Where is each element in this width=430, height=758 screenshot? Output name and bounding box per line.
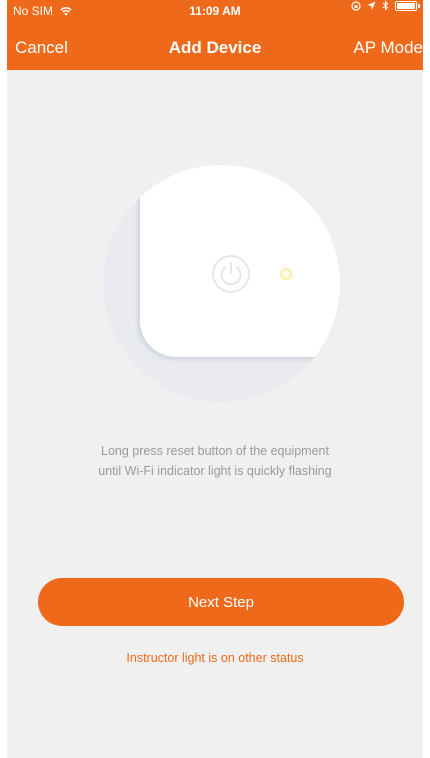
instruction-line-2: until Wi-Fi indicator light is quickly f… (98, 464, 332, 478)
instruction-line-1: Long press reset button of the equipment (101, 444, 329, 458)
location-icon (367, 1, 376, 10)
wifi-indicator-light (280, 268, 292, 280)
device-illustration (103, 165, 340, 402)
bluetooth-icon (382, 0, 389, 11)
power-icon (212, 255, 250, 293)
status-bar: No SIM 11:09 AM (7, 0, 423, 22)
other-status-link[interactable]: Instructor light is on other status (7, 651, 423, 665)
status-icons (351, 0, 420, 11)
battery-icon (395, 0, 420, 11)
device-body (140, 165, 340, 357)
orientation-lock-icon (351, 0, 361, 11)
ap-mode-button[interactable]: AP Mode (353, 28, 423, 68)
next-step-button[interactable]: Next Step (38, 578, 404, 626)
instruction-text: Long press reset button of the equipment… (7, 441, 423, 481)
app-screen: No SIM 11:09 AM Cancel Add Device AP Mod… (7, 0, 423, 758)
top-bar: No SIM 11:09 AM Cancel Add Device AP Mod… (7, 0, 423, 70)
nav-bar: Cancel Add Device AP Mode (7, 28, 423, 68)
